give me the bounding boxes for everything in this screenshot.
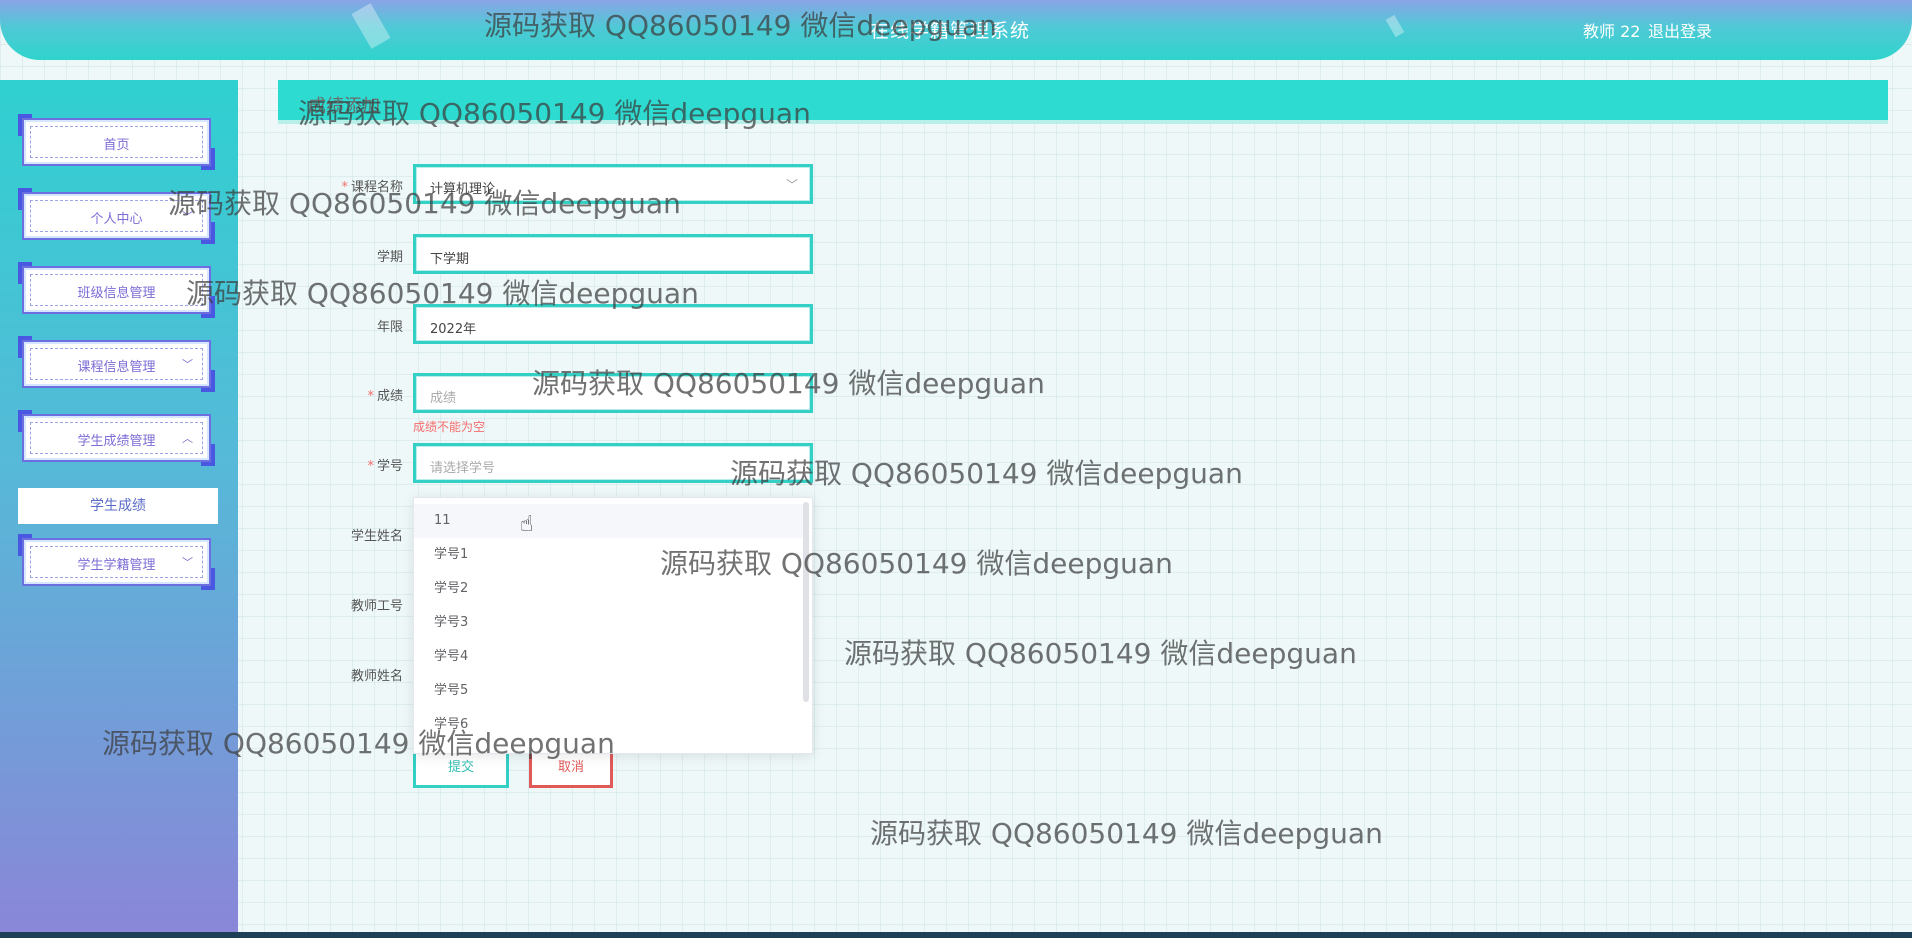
chevron-down-icon: ﹀ <box>785 178 798 192</box>
term-label: 学期 <box>376 250 403 265</box>
chevron-down-icon: ﹀ <box>182 358 193 371</box>
current-user: 教师 22 <box>1583 22 1641 41</box>
sidebar-item-student-status[interactable]: 学生学籍管理 ﹀ <box>18 534 215 590</box>
term-value: 下学期 <box>430 252 470 267</box>
dropdown-option[interactable]: 学号1 <box>414 538 806 572</box>
logout-link[interactable]: 退出登录 <box>1648 18 1712 42</box>
student-id-label: * 学号 <box>367 459 403 474</box>
score-label: * 成绩 <box>367 389 403 404</box>
sidebar-item-class-info[interactable]: 班级信息管理 <box>18 262 215 318</box>
dropdown-option[interactable]: 学号6 <box>414 708 806 742</box>
year-label: 年限 <box>376 320 403 335</box>
year-input[interactable]: 2022年 <box>413 304 813 344</box>
sidebar-item-personal-center[interactable]: 个人中心 ﹀ <box>18 188 215 244</box>
teacher-id-label: 教师工号 <box>350 599 403 614</box>
app-title: 在线学籍管理系统 <box>870 20 1031 42</box>
dropdown-option[interactable]: 学号2 <box>414 572 806 606</box>
top-header: 在线学籍管理系统 教师 22 退出登录 <box>0 0 1912 60</box>
dropdown-option[interactable]: 学号3 <box>414 606 806 640</box>
score-placeholder: 成绩 <box>430 391 457 406</box>
teacher-name-label: 教师姓名 <box>350 669 403 684</box>
student-id-select[interactable]: 请选择学号 <box>413 443 813 483</box>
score-error: 成绩不能为空 <box>413 420 486 434</box>
page-title-bar: 成绩添加 <box>278 80 1888 124</box>
sidebar-item-label: 首页 <box>103 138 130 153</box>
score-input[interactable]: 成绩 <box>413 373 813 413</box>
student-id-placeholder: 请选择学号 <box>430 461 496 476</box>
dropdown-option[interactable]: 学号5 <box>414 674 806 708</box>
chevron-down-icon: ﹀ <box>182 210 193 223</box>
sidebar-item-score-management[interactable]: 学生成绩管理 ︿ <box>18 410 215 466</box>
course-select[interactable]: 计算机理论 ﹀ <box>413 164 813 204</box>
student-id-dropdown: 11 学号1 学号2 学号3 学号4 学号5 学号6 <box>413 497 813 754</box>
hand-cursor-icon: ☝ <box>520 512 534 537</box>
dropdown-scrollbar[interactable] <box>803 502 809 702</box>
sidebar-item-label: 班级信息管理 <box>77 286 156 301</box>
page-title: 成绩添加 <box>308 96 380 117</box>
term-input[interactable]: 下学期 <box>413 234 813 274</box>
sidebar: 首页 个人中心 ﹀ 班级信息管理 课程信息管理 ﹀ 学生成绩管理 ︿ 学生成绩 … <box>0 80 238 932</box>
chevron-up-icon: ︿ <box>182 432 193 445</box>
course-label: * 课程名称 <box>341 180 403 195</box>
student-name-label: 学生姓名 <box>350 529 403 544</box>
sidebar-item-home[interactable]: 首页 <box>18 114 215 170</box>
sidebar-item-course-info[interactable]: 课程信息管理 ﹀ <box>18 336 215 392</box>
sidebar-subitem-student-score[interactable]: 学生成绩 <box>18 488 218 524</box>
course-value: 计算机理论 <box>430 182 496 197</box>
year-value: 2022年 <box>430 322 477 337</box>
chevron-down-icon: ﹀ <box>182 556 193 569</box>
dropdown-option[interactable]: 11 <box>414 504 806 538</box>
dropdown-option[interactable]: 学号4 <box>414 640 806 674</box>
bottom-strip <box>0 932 1912 938</box>
